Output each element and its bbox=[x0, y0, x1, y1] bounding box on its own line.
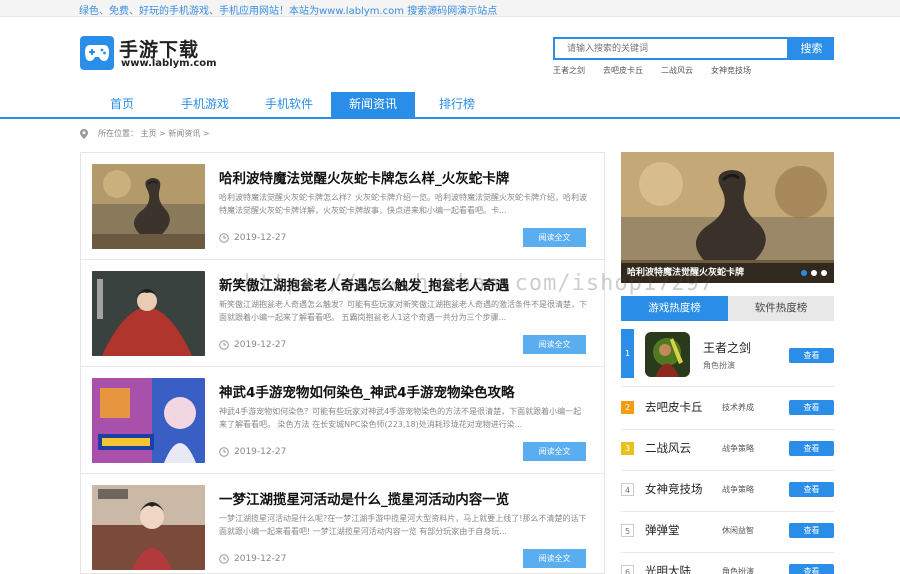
hot-word-link[interactable]: 王者之剑 bbox=[553, 65, 585, 76]
rank-number: 3 bbox=[621, 442, 634, 455]
carousel-dot[interactable] bbox=[811, 270, 817, 276]
view-button[interactable]: 查看 bbox=[789, 348, 834, 363]
rank-number: 1 bbox=[621, 329, 634, 378]
article-title[interactable]: 神武4手游宠物如何染色_神武4手游宠物染色攻略 bbox=[219, 381, 515, 401]
nav-mobile-games[interactable]: 手机游戏 bbox=[163, 92, 247, 117]
location-pin-icon bbox=[80, 128, 88, 139]
search-input[interactable] bbox=[555, 39, 787, 58]
article-thumbnail[interactable] bbox=[92, 378, 205, 463]
ranking-game-category: 技术养成 bbox=[722, 403, 754, 412]
main-nav: 首页 手机游戏 手机软件 新闻资讯 排行榜 bbox=[0, 92, 900, 119]
ranking-game-category: 休闲益智 bbox=[722, 526, 754, 535]
hot-word-link[interactable]: 女神竞技场 bbox=[711, 65, 751, 76]
article-date-text: 2019-12-27 bbox=[234, 447, 287, 457]
nav-home[interactable]: 首页 bbox=[81, 92, 163, 117]
rank-number: 4 bbox=[621, 483, 634, 496]
article-item: 神武4手游宠物如何染色_神武4手游宠物染色攻略 神武4手游宠物如何染色？可能有些… bbox=[81, 367, 604, 474]
article-title[interactable]: 哈利波特魔法觉醒火灰蛇卡牌怎么样_火灰蛇卡牌 bbox=[219, 167, 509, 187]
ranking-game-name[interactable]: 去吧皮卡丘 bbox=[645, 399, 703, 415]
rank-number: 2 bbox=[621, 401, 634, 414]
read-more-button[interactable]: 阅读全文 bbox=[523, 335, 586, 354]
article-date-text: 2019-12-27 bbox=[234, 340, 287, 350]
article-date: 2019-12-27 bbox=[219, 554, 286, 564]
watermark-text: https://www.huzhan.com/ishop17297 bbox=[244, 271, 715, 296]
article-date: 2019-12-27 bbox=[219, 447, 286, 457]
ranking-tabs: 游戏热度榜 软件热度榜 bbox=[621, 296, 834, 321]
carousel-dot[interactable] bbox=[801, 270, 807, 276]
gamepad-icon[interactable] bbox=[80, 36, 114, 70]
ranking-item[interactable]: 2 去吧皮卡丘 技术养成 查看 bbox=[621, 389, 834, 430]
ranking-item-featured[interactable]: 1 王者之剑 角色扮演 查看 bbox=[621, 325, 834, 387]
clock-icon bbox=[219, 447, 229, 457]
article-summary: 哈利波特魔法觉醒火灰蛇卡牌怎么样？火灰蛇卡牌介绍一览。哈利波特魔法觉醒火灰蛇卡牌… bbox=[219, 193, 587, 215]
site-logo-url: www.lablym.com bbox=[121, 58, 217, 69]
rank-number: 6 bbox=[621, 565, 634, 574]
article-thumbnail[interactable] bbox=[92, 164, 205, 249]
ranking-item[interactable]: 3 二战风云 战争策略 查看 bbox=[621, 430, 834, 471]
read-more-button[interactable]: 阅读全文 bbox=[523, 228, 586, 247]
breadcrumb: 所在位置： 主页 > 新闻资讯 > bbox=[80, 128, 210, 139]
article-date-text: 2019-12-27 bbox=[234, 554, 287, 564]
article-summary: 神武4手游宠物如何染色？可能有些玩家对神武4手游宠物染色的方法不是很清楚，下面就… bbox=[219, 407, 582, 429]
clock-icon bbox=[219, 554, 229, 564]
ranking-item[interactable]: 5 弹弹堂 休闲益智 查看 bbox=[621, 512, 834, 553]
ranking-item[interactable]: 6 光明大陆 角色扮演 查看 bbox=[621, 553, 834, 574]
featured-banner[interactable]: 哈利波特魔法觉醒火灰蛇卡牌 bbox=[621, 152, 834, 283]
view-button[interactable]: 查看 bbox=[789, 441, 834, 456]
top-notice-text: 绿色、免费、好玩的手机游戏、手机应用网站！本站为www.lablym.com 搜… bbox=[79, 6, 498, 17]
ranking-item[interactable]: 4 女神竞技场 战争策略 查看 bbox=[621, 471, 834, 512]
article-thumbnail[interactable] bbox=[92, 271, 205, 356]
ranking-game-category: 角色扮演 bbox=[703, 361, 735, 370]
ranking-game-name[interactable]: 女神竞技场 bbox=[645, 481, 703, 497]
ranking-game-name[interactable]: 王者之剑 bbox=[703, 339, 751, 356]
article-date-text: 2019-12-27 bbox=[234, 233, 287, 243]
article-item: 哈利波特魔法觉醒火灰蛇卡牌怎么样_火灰蛇卡牌 哈利波特魔法觉醒火灰蛇卡牌怎么样？… bbox=[81, 153, 604, 260]
ranking-game-category: 战争策略 bbox=[722, 444, 754, 453]
hot-word-link[interactable]: 去吧皮卡丘 bbox=[603, 65, 643, 76]
article-date: 2019-12-27 bbox=[219, 340, 286, 350]
tab-game-ranking[interactable]: 游戏热度榜 bbox=[621, 296, 728, 321]
clock-icon bbox=[219, 233, 229, 243]
ranking-game-name[interactable]: 二战风云 bbox=[645, 440, 691, 456]
nav-rankings[interactable]: 排行榜 bbox=[415, 92, 499, 117]
ranking-game-category: 角色扮演 bbox=[722, 567, 754, 574]
rank-number: 5 bbox=[621, 524, 634, 537]
article-item: 一梦江湖揽星河活动是什么_揽星河活动内容一览 一梦江湖揽星河活动是什么呢?在一梦… bbox=[81, 474, 604, 573]
article-thumbnail[interactable] bbox=[92, 485, 205, 570]
ranking-game-name[interactable]: 弹弹堂 bbox=[645, 522, 680, 538]
nav-mobile-apps[interactable]: 手机软件 bbox=[247, 92, 331, 117]
view-button[interactable]: 查看 bbox=[789, 564, 834, 574]
view-button[interactable]: 查看 bbox=[789, 523, 834, 538]
ranking-game-category: 战争策略 bbox=[722, 485, 754, 494]
top-notice-bar: 绿色、免费、好玩的手机游戏、手机应用网站！本站为www.lablym.com 搜… bbox=[0, 0, 900, 17]
breadcrumb-text[interactable]: 所在位置： 主页 > 新闻资讯 > bbox=[98, 128, 210, 139]
read-more-button[interactable]: 阅读全文 bbox=[523, 549, 586, 568]
site-header: 手游下载 www.lablym.com 搜索 王者之剑 去吧皮卡丘 二战风云 女… bbox=[0, 17, 900, 95]
article-date: 2019-12-27 bbox=[219, 233, 286, 243]
view-button[interactable]: 查看 bbox=[789, 482, 834, 497]
view-button[interactable]: 查看 bbox=[789, 400, 834, 415]
hot-word-link[interactable]: 二战风云 bbox=[661, 65, 693, 76]
clock-icon bbox=[219, 340, 229, 350]
search-box bbox=[553, 37, 789, 60]
search-button[interactable]: 搜索 bbox=[789, 37, 834, 60]
game-icon[interactable] bbox=[645, 332, 690, 377]
read-more-button[interactable]: 阅读全文 bbox=[523, 442, 586, 461]
carousel-dot[interactable] bbox=[821, 270, 827, 276]
article-summary: 新笑傲江湖抱瓮老人奇遇怎么触发？可能有些玩家对新笑傲江湖抱瓮老人奇遇的激活条件不… bbox=[219, 300, 587, 322]
article-summary: 一梦江湖揽星河活动是什么呢?在一梦江湖手游中揽星河大型资料片，马上就要上线了!那… bbox=[219, 514, 587, 536]
article-title[interactable]: 一梦江湖揽星河活动是什么_揽星河活动内容一览 bbox=[219, 488, 509, 508]
article-list: 哈利波特魔法觉醒火灰蛇卡牌怎么样_火灰蛇卡牌 哈利波特魔法觉醒火灰蛇卡牌怎么样？… bbox=[80, 152, 605, 574]
ranking-game-name[interactable]: 光明大陆 bbox=[645, 563, 691, 574]
nav-news[interactable]: 新闻资讯 bbox=[331, 92, 415, 117]
tab-app-ranking[interactable]: 软件热度榜 bbox=[728, 296, 834, 321]
hot-search-words: 王者之剑 去吧皮卡丘 二战风云 女神竞技场 bbox=[553, 65, 751, 76]
